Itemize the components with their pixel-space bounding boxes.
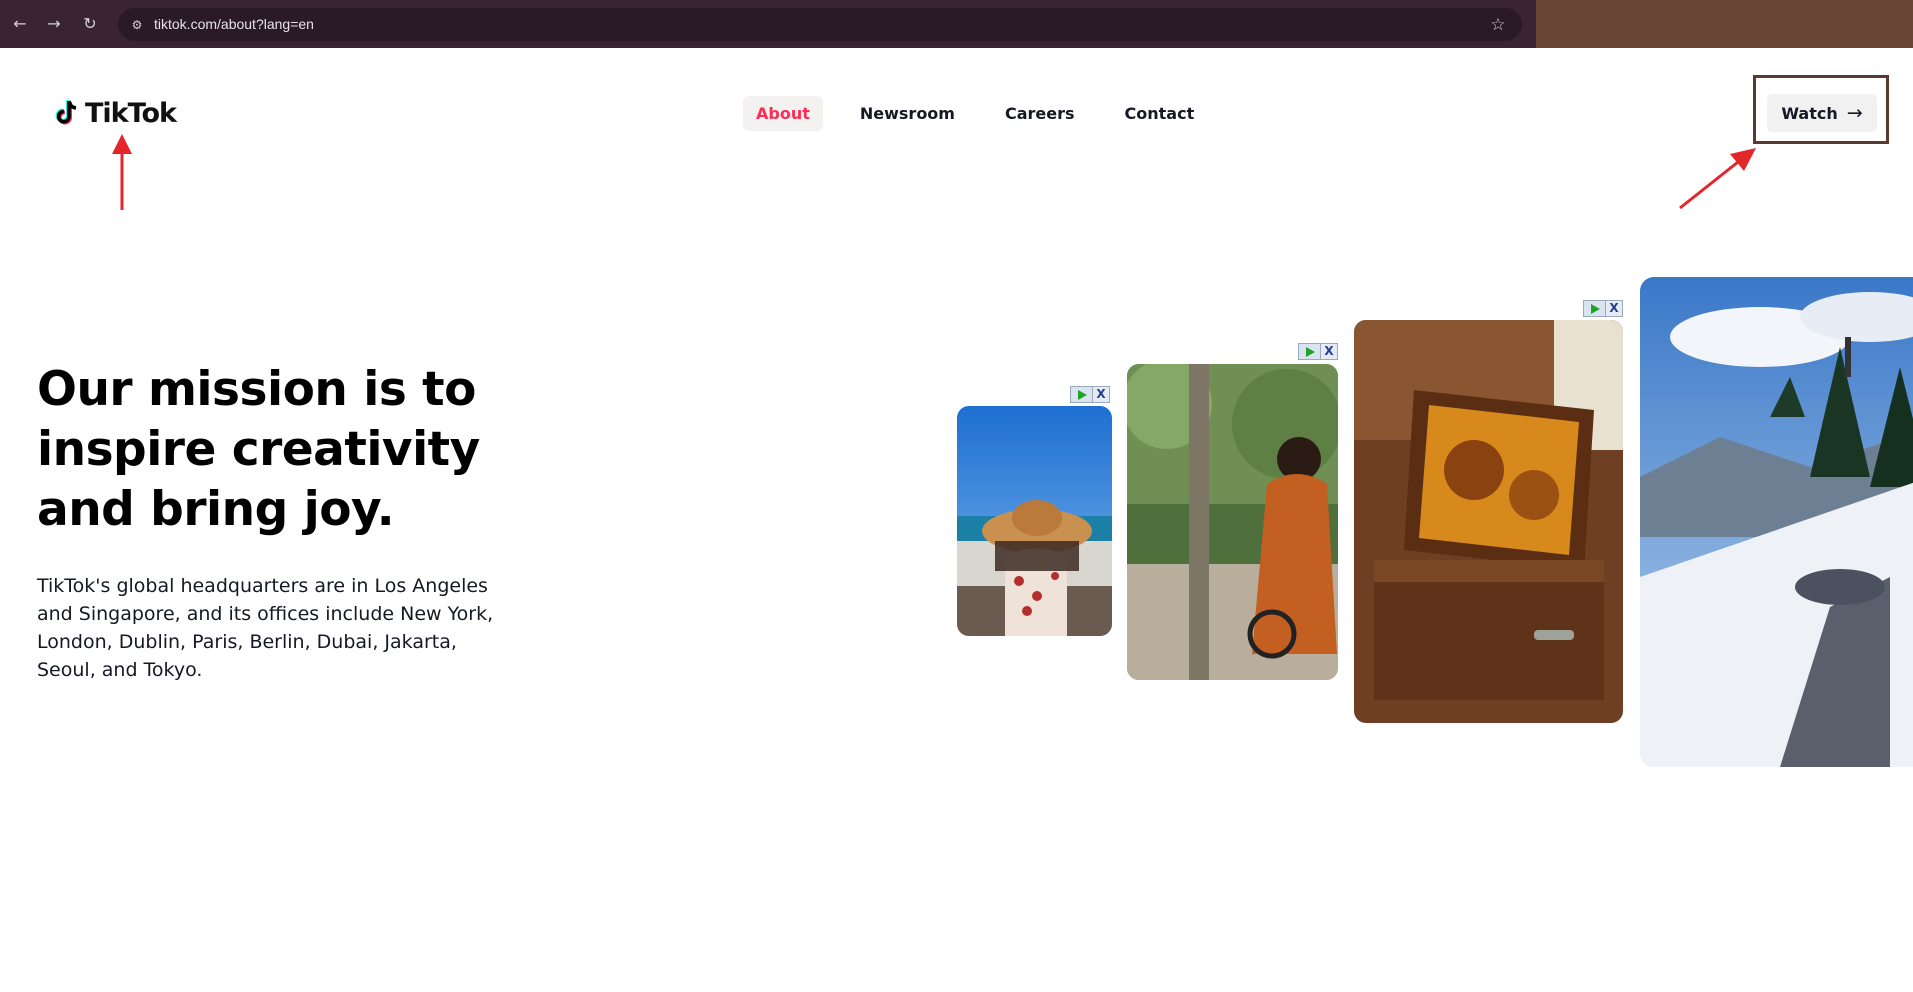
play-icon[interactable] (1071, 387, 1093, 402)
hero-body: TikTok's global headquarters are in Los … (37, 575, 494, 681)
gallery-card-2[interactable] (1127, 364, 1338, 680)
ad-badge[interactable]: X (1298, 343, 1338, 360)
watch-button-label: Watch (1781, 103, 1838, 123)
nav-careers[interactable]: Careers (992, 96, 1088, 131)
play-icon[interactable] (1584, 301, 1606, 316)
nav-about[interactable]: About (743, 95, 823, 131)
watch-button[interactable]: Watch → (1767, 94, 1877, 132)
ad-badge[interactable]: X (1583, 300, 1623, 317)
ski-slope-image (1640, 277, 1913, 767)
url-text[interactable]: tiktok.com/about?lang=en (154, 16, 314, 33)
bookmark-star-icon[interactable]: ☆ (1488, 15, 1508, 35)
nav-newsroom[interactable]: Newsroom (847, 96, 968, 131)
gallery-card-3[interactable] (1354, 320, 1623, 723)
close-icon[interactable]: X (1093, 387, 1109, 402)
close-icon[interactable]: X (1321, 344, 1337, 359)
tiktok-note-icon (55, 100, 77, 125)
beach-woman-image (957, 406, 1112, 636)
close-icon[interactable]: X (1606, 301, 1622, 316)
tiktok-logo[interactable]: TikTok (52, 96, 177, 130)
ad-badge[interactable]: X (1070, 386, 1110, 403)
annotation-arrow-watch (1679, 148, 1756, 210)
browser-toolbar-extension (1536, 0, 1913, 48)
reload-icon[interactable]: ↻ (78, 12, 102, 36)
address-bar[interactable]: ⚙ tiktok.com/about?lang=en ☆ (118, 8, 1522, 41)
hero-title: Our mission is to inspire creativity and… (37, 362, 480, 537)
arrow-right-icon: → (1846, 101, 1863, 124)
forward-icon[interactable]: → (42, 12, 66, 36)
play-icon[interactable] (1299, 344, 1321, 359)
back-icon[interactable]: ← (8, 12, 32, 36)
bicycle-woman-image (1127, 364, 1338, 680)
nav-contact[interactable]: Contact (1112, 96, 1208, 131)
annotation-arrow-logo (112, 134, 132, 210)
gallery-card-1[interactable] (957, 406, 1112, 636)
site-settings-icon[interactable]: ⚙ (128, 16, 146, 34)
gallery-card-4[interactable] (1640, 277, 1913, 767)
logo-text: TikTok (85, 97, 177, 129)
beehive-image (1354, 320, 1623, 723)
main-nav: About Newsroom Careers Contact (743, 95, 1231, 131)
